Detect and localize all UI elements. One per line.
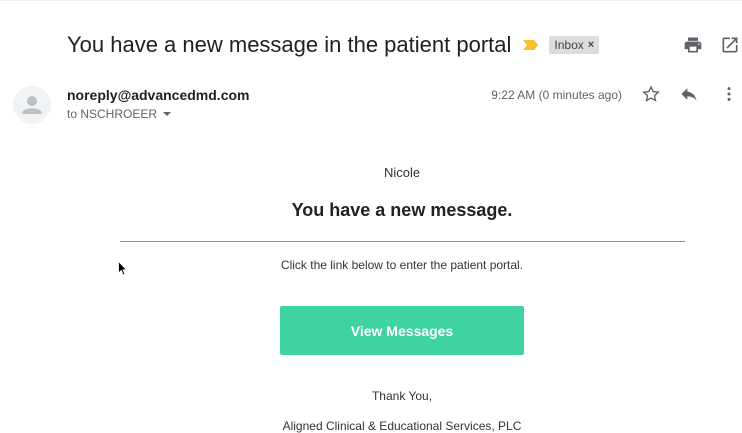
- inbox-label-text: Inbox: [554, 38, 584, 52]
- more-vert-icon[interactable]: [719, 84, 739, 104]
- email-subject: You have a new message in the patient po…: [67, 32, 512, 57]
- closing-text: Thank You,: [371, 389, 433, 403]
- mouse-cursor-icon: [118, 261, 128, 276]
- top-divider: [0, 0, 742, 1]
- default-avatar-icon: [22, 96, 42, 114]
- organization-name: Aligned Clinical & Educational Services,…: [282, 419, 522, 433]
- recipient-line: to NSCHROEER: [67, 107, 172, 121]
- chevron-down-icon[interactable]: [163, 112, 172, 116]
- message-headline: You have a new message.: [291, 200, 513, 220]
- remove-label-button[interactable]: ×: [588, 39, 594, 51]
- inbox-label-chip: Inbox ×: [549, 36, 600, 54]
- sender-avatar[interactable]: [13, 86, 51, 124]
- open-in-new-window-icon[interactable]: [720, 35, 740, 55]
- recipient-text: to NSCHROEER: [67, 107, 158, 121]
- reply-icon[interactable]: [679, 84, 699, 104]
- message-timestamp: 9:22 AM (0 minutes ago): [491, 88, 622, 102]
- greeting-name: Nicole: [383, 165, 421, 180]
- subject-row: You have a new message in the patient po…: [67, 30, 600, 60]
- view-messages-button[interactable]: View Messages: [280, 306, 524, 355]
- sender-email[interactable]: noreply@advancedmd.com: [67, 87, 249, 103]
- print-icon[interactable]: [683, 35, 703, 55]
- importance-marker-icon[interactable]: [523, 39, 539, 51]
- body-divider: [120, 241, 685, 242]
- instruction-text: Click the link below to enter the patien…: [280, 258, 524, 272]
- star-icon[interactable]: [641, 84, 661, 104]
